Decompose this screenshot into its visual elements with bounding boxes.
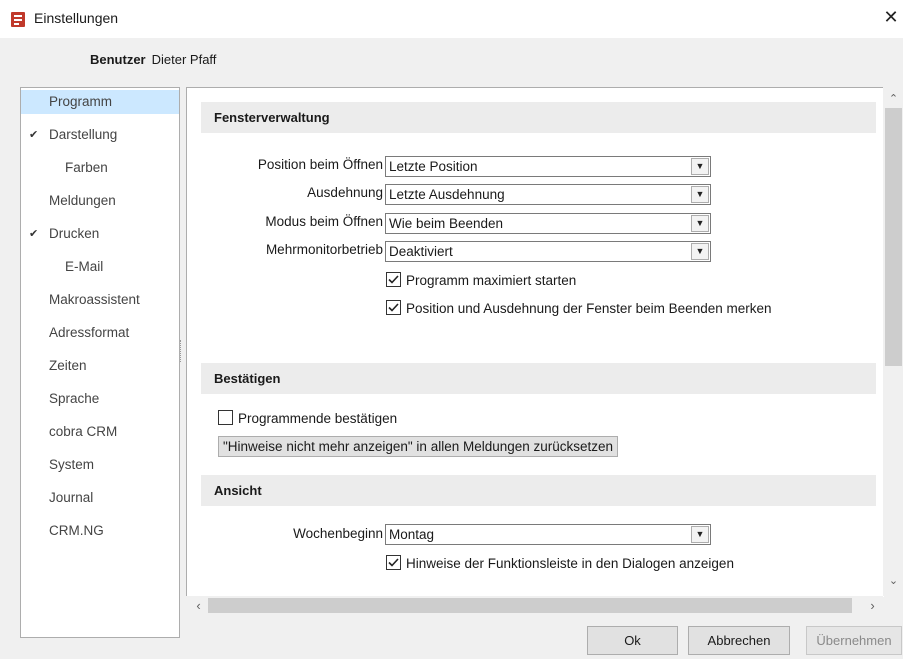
nav-item-makroassistent[interactable]: Makroassistent <box>21 288 179 312</box>
chevron-down-icon[interactable]: ▼ <box>691 186 709 203</box>
nav-item-label: Meldungen <box>49 193 116 208</box>
modus-label: Modus beim Öffnen <box>265 214 383 229</box>
nav-item-darstellung[interactable]: ✔ Darstellung <box>21 123 179 147</box>
app-icon <box>10 11 26 28</box>
close-icon[interactable]: ✕ <box>880 6 902 28</box>
ausdehnung-label: Ausdehnung <box>307 185 383 200</box>
nav-item-meldungen[interactable]: Meldungen <box>21 189 179 213</box>
checkbox-checked-icon[interactable] <box>386 272 401 287</box>
scroll-right-icon[interactable]: › <box>864 598 881 613</box>
programmende-checkbox[interactable]: Programmende bestätigen <box>218 410 397 426</box>
chevron-down-icon[interactable]: ▼ <box>691 526 709 543</box>
position-label: Position beim Öffnen <box>257 157 383 172</box>
window-title: Einstellungen <box>34 10 119 26</box>
chevron-down-icon[interactable]: ▼ <box>691 215 709 232</box>
merken-checkbox[interactable]: Position und Ausdehnung der Fenster beim… <box>386 300 772 316</box>
nav-item-crm-ng[interactable]: CRM.NG <box>21 519 179 543</box>
nav-item-label: Journal <box>49 490 94 505</box>
modus-select-value: Wie beim Beenden <box>389 216 504 231</box>
apply-button[interactable]: Übernehmen <box>806 626 902 655</box>
ausdehnung-select-value: Letzte Ausdehnung <box>389 187 505 202</box>
mehrmonitor-label: Mehrmonitorbetrieb <box>265 242 383 257</box>
chevron-down-icon[interactable]: ▼ <box>691 243 709 260</box>
title-bar: Einstellungen ✕ <box>0 0 903 38</box>
maximiert-label: Programm maximiert starten <box>406 273 577 288</box>
wochenbeginn-label: Wochenbeginn <box>293 526 383 541</box>
nav-item-farben[interactable]: Farben <box>21 156 179 180</box>
nav-item-label: Programm <box>49 94 113 109</box>
nav-item-label: Adressformat <box>49 325 130 340</box>
maximiert-checkbox[interactable]: Programm maximiert starten <box>386 272 576 288</box>
hinweise-label: Hinweise der Funktionsleiste in den Dial… <box>406 556 734 571</box>
horizontal-scroll-thumb[interactable] <box>208 598 852 613</box>
mehrmonitor-select-value: Deaktiviert <box>389 244 453 259</box>
nav-item-label: E-Mail <box>65 259 104 274</box>
splitter-handle[interactable] <box>180 340 183 362</box>
section-heading-bestaetigen: Bestätigen <box>201 363 876 394</box>
nav-item-programm[interactable]: Programm <box>21 90 179 114</box>
nav-item-label: Darstellung <box>49 127 118 142</box>
wochenbeginn-select[interactable]: Montag ▼ <box>385 524 711 545</box>
scroll-down-icon[interactable]: ⌄ <box>885 574 902 587</box>
user-line: Benutzer Dieter Pfaff <box>90 52 216 67</box>
position-select-value: Letzte Position <box>389 159 478 174</box>
settings-nav-tree: Programm ✔ Darstellung Farben Meldungen … <box>20 87 180 638</box>
chevron-down-icon[interactable]: ✔ <box>29 222 38 246</box>
nav-item-system[interactable]: System <box>21 453 179 477</box>
reset-hints-button[interactable]: "Hinweise nicht mehr anzeigen" in allen … <box>218 436 619 457</box>
nav-item-zeiten[interactable]: Zeiten <box>21 354 179 378</box>
settings-content-panel: Fensterverwaltung Position beim Öffnen L… <box>186 87 884 597</box>
user-name: Dieter Pfaff <box>151 52 217 67</box>
nav-item-label: cobra CRM <box>49 424 118 439</box>
section-heading-fensterverwaltung: Fensterverwaltung <box>201 102 876 133</box>
ok-button[interactable]: Ok <box>587 626 678 655</box>
scroll-up-icon[interactable]: ⌃ <box>885 92 902 105</box>
checkbox-checked-icon[interactable] <box>386 300 401 315</box>
nav-item-sprache[interactable]: Sprache <box>21 387 179 411</box>
user-label: Benutzer <box>90 52 146 67</box>
merken-label: Position und Ausdehnung der Fenster beim… <box>406 301 772 316</box>
checkbox-checked-icon[interactable] <box>386 555 401 570</box>
nav-item-label: Farben <box>65 160 108 175</box>
scroll-left-icon[interactable]: ‹ <box>190 598 207 613</box>
nav-item-email[interactable]: E-Mail <box>21 255 179 279</box>
ausdehnung-select[interactable]: Letzte Ausdehnung ▼ <box>385 184 711 205</box>
chevron-down-icon[interactable]: ✔ <box>29 123 38 147</box>
hinweise-checkbox[interactable]: Hinweise der Funktionsleiste in den Dial… <box>386 555 734 571</box>
checkbox-unchecked-icon[interactable] <box>218 410 233 425</box>
chevron-down-icon[interactable]: ▼ <box>691 158 709 175</box>
modus-select[interactable]: Wie beim Beenden ▼ <box>385 213 711 234</box>
nav-item-label: Zeiten <box>49 358 87 373</box>
mehrmonitor-select[interactable]: Deaktiviert ▼ <box>385 241 711 262</box>
nav-item-journal[interactable]: Journal <box>21 486 179 510</box>
nav-item-label: Makroassistent <box>49 292 140 307</box>
nav-item-label: System <box>49 457 95 472</box>
nav-item-label: Sprache <box>49 391 100 406</box>
section-heading-ansicht: Ansicht <box>201 475 876 506</box>
nav-item-drucken[interactable]: ✔ Drucken <box>21 222 179 246</box>
wochenbeginn-select-value: Montag <box>389 527 435 542</box>
position-select[interactable]: Letzte Position ▼ <box>385 156 711 177</box>
nav-item-label: CRM.NG <box>49 523 104 538</box>
nav-item-label: Drucken <box>49 226 100 241</box>
cancel-button[interactable]: Abbrechen <box>688 626 790 655</box>
programmende-label: Programmende bestätigen <box>238 411 398 426</box>
vertical-scroll-thumb[interactable] <box>885 108 902 366</box>
nav-item-adressformat[interactable]: Adressformat <box>21 321 179 345</box>
nav-item-cobra-crm[interactable]: cobra CRM <box>21 420 179 444</box>
